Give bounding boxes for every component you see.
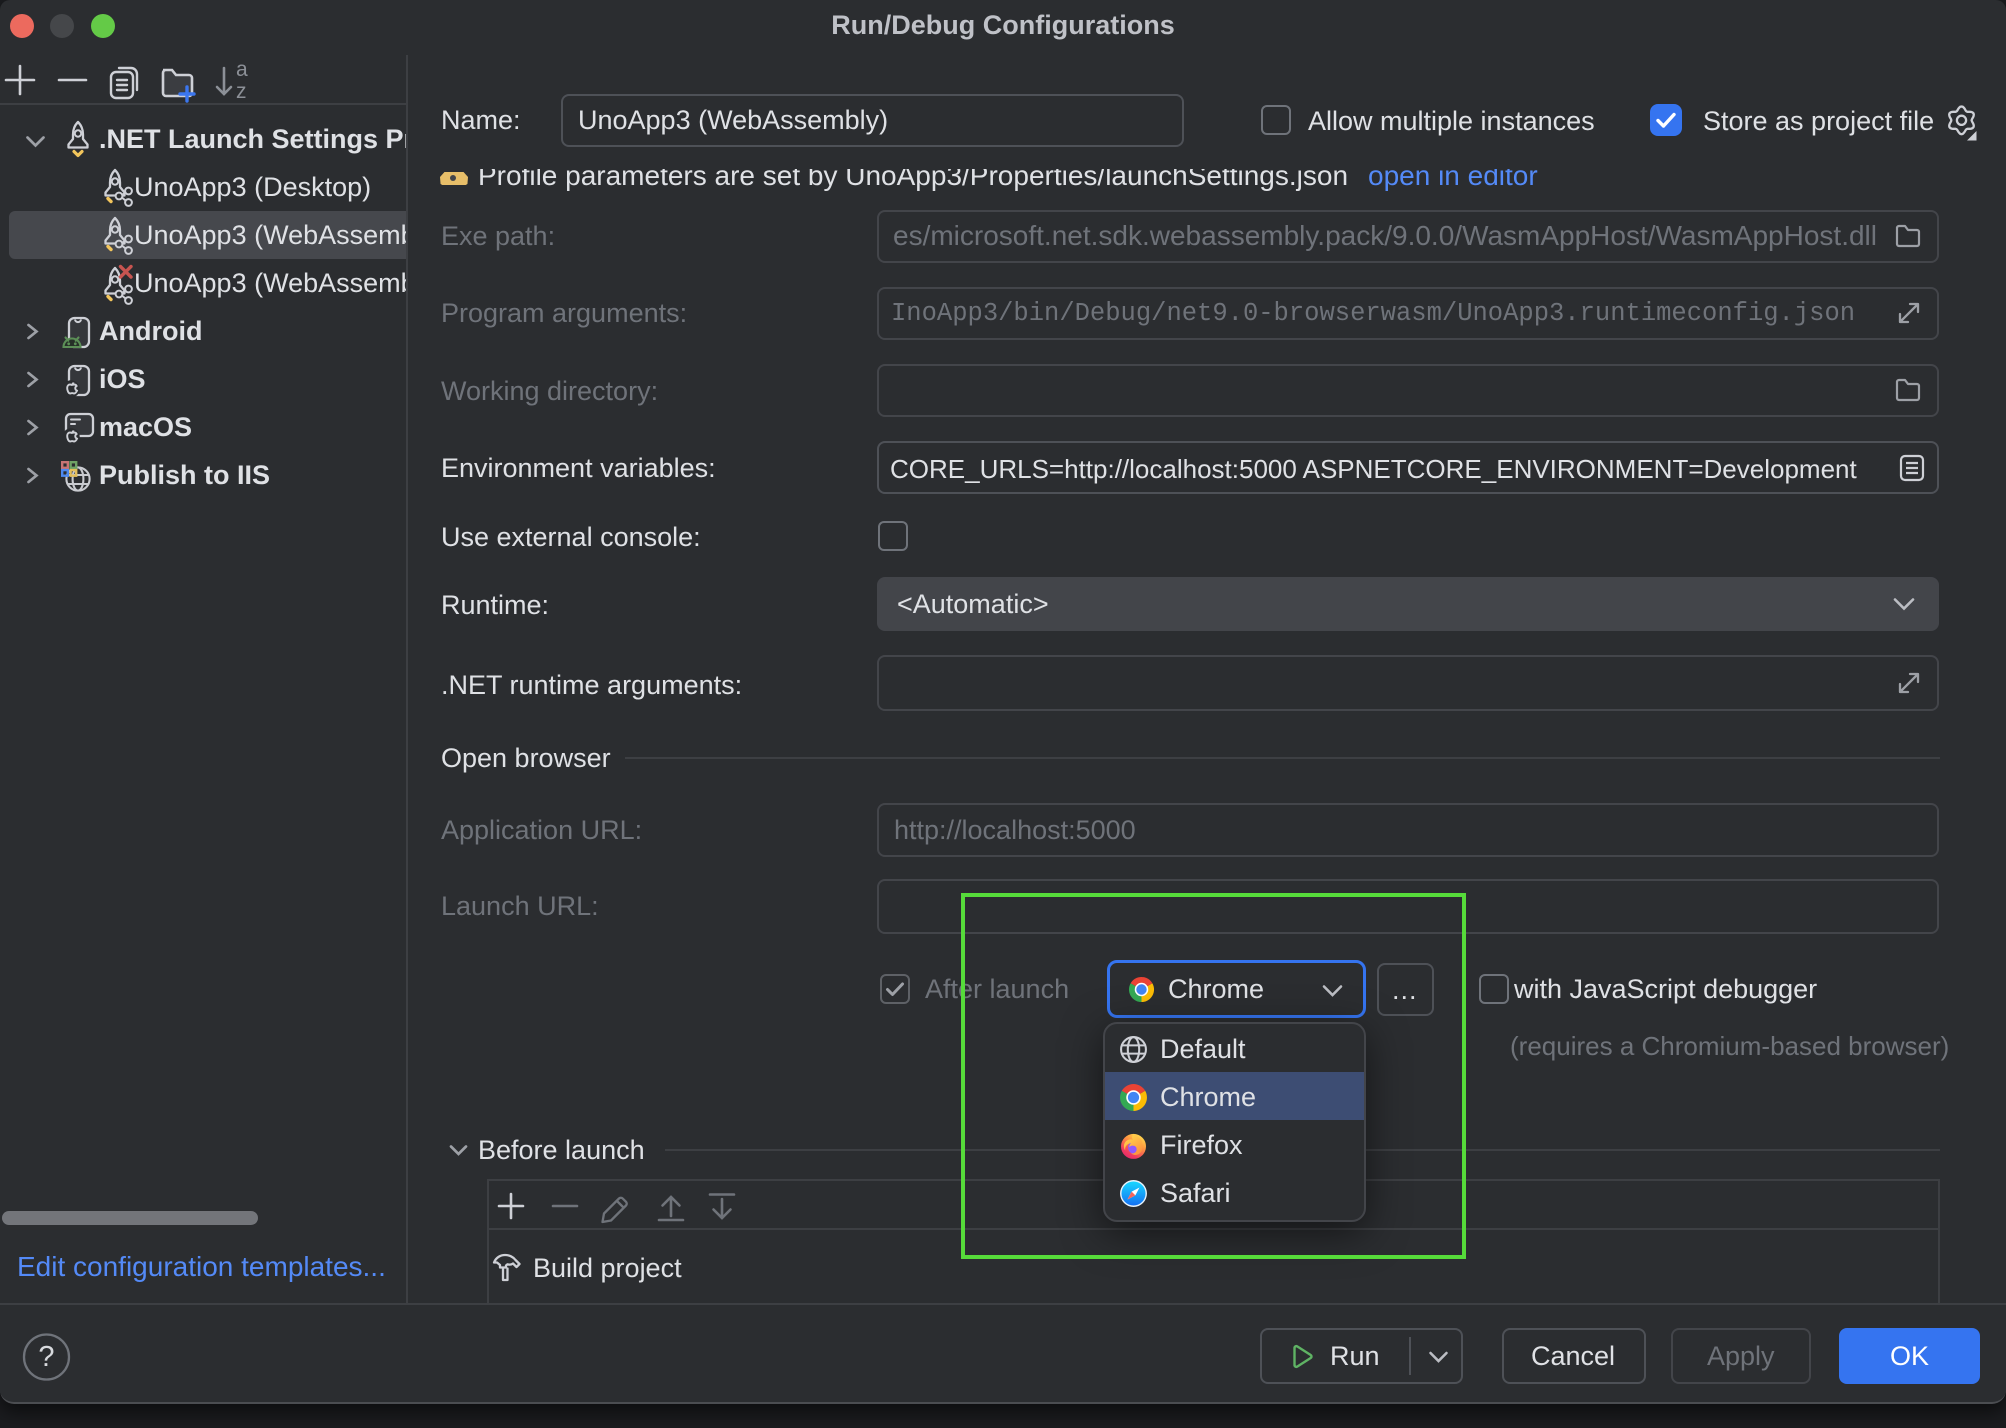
svg-text:?: ?: [38, 1341, 54, 1373]
svg-text:a: a: [236, 58, 248, 81]
svg-text:z: z: [236, 80, 247, 103]
